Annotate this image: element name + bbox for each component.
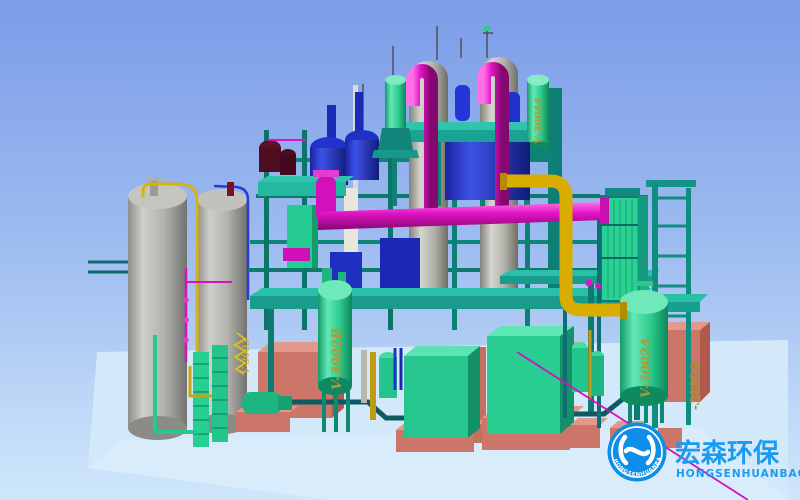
green-box-left: [404, 346, 480, 438]
tag-v3002a: V-3002A: [639, 337, 654, 398]
tag-v3003: V-3003: [242, 339, 252, 374]
tag-v3004a: V-3004A: [534, 97, 545, 144]
tag-3002a-pipe: -3002A: [688, 362, 702, 410]
storage-tank-1: [128, 177, 187, 440]
plant-render-viewport: V-3004A V-3003 V-3002B V-3002A -3002A HO…: [0, 0, 800, 500]
plant-3d-scene: V-3004A V-3003 V-3002B V-3002A -3002A HO…: [0, 0, 800, 500]
brand-name-en: HONGSENHUANBAO: [676, 468, 800, 480]
brand-name-cn: 宏森环保: [675, 438, 780, 469]
tag-v3002b: V-3002B: [330, 328, 345, 390]
